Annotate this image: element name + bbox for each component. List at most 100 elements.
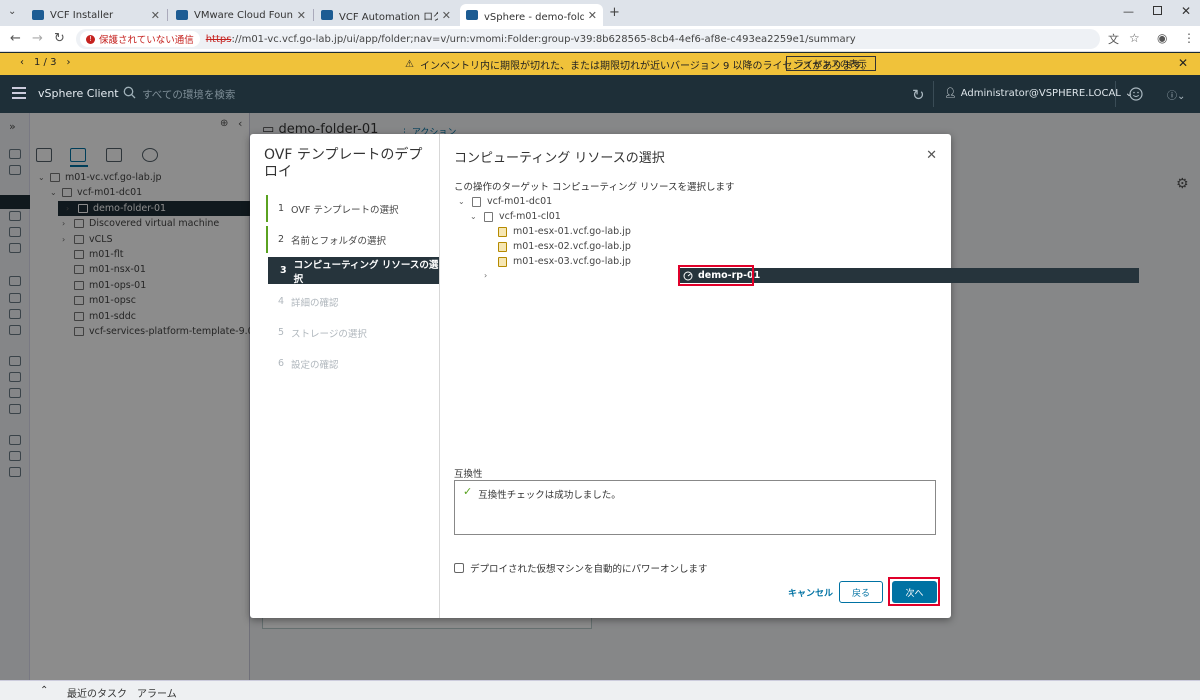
back-arrow-icon[interactable]: ← [10, 31, 21, 46]
wizard-title: OVF テンプレートのデプロイ [264, 147, 423, 180]
tree-node-cluster[interactable]: ⌄ vcf-m01-cl01 [470, 209, 561, 224]
auto-poweron-checkbox[interactable] [454, 563, 464, 573]
user-menu[interactable]: 👤︎ Administrator@VSPHERE.LOCAL ⌄ [944, 88, 1133, 99]
header-divider [933, 81, 934, 107]
step-label: 名前とフォルダの選択 [291, 235, 387, 247]
menu-hamburger-icon[interactable] [12, 87, 26, 99]
compatibility-label: 互換性 [454, 469, 483, 480]
feedback-smiley-icon[interactable] [1129, 87, 1143, 101]
browser-tab-3[interactable]: VCF Automation ログアウト ✕ [315, 4, 457, 26]
step-label: 設定の確認 [291, 359, 339, 371]
check-icon: ✓ [463, 485, 473, 498]
bookmark-star-icon[interactable]: ☆ [1129, 31, 1140, 45]
window-close-icon[interactable]: ✕ [1181, 4, 1191, 18]
chevron-up-icon[interactable]: ⌃ [40, 685, 48, 696]
browser-menu-icon[interactable]: ⋮ [1183, 31, 1195, 45]
deploy-ovf-wizard: OVF テンプレートのデプロイ 1 OVF テンプレートの選択 2 名前とフォルダの選… [250, 134, 1139, 618]
auto-poweron-label: デプロイされた仮想マシンを自動的にパワーオンします [470, 564, 708, 575]
step-number: 1 [278, 203, 285, 214]
wizard-steps-pane: OVF テンプレートのデプロイ 1 OVF テンプレートの選択 2 名前とフォルダの選… [250, 134, 440, 618]
step-label: OVF テンプレートの選択 [291, 204, 399, 216]
bottom-task-bar: ⌃ 最近のタスク アラーム [0, 680, 1200, 700]
tree-node-label: m01-esx-01.vcf.go-lab.jp [513, 226, 631, 237]
cancel-button[interactable]: キャンセル [788, 586, 833, 599]
pager-count: 1 / 3 [34, 57, 57, 68]
tab-separator [313, 9, 314, 21]
pager-prev-icon[interactable]: ‹ [20, 57, 24, 68]
new-tab-icon[interactable]: + [609, 5, 620, 20]
url-field[interactable]: ! 保護されていない通信 https ://m01-vc.vcf.go-lab.… [76, 29, 1100, 49]
wizard-step-2[interactable]: 2 名前とフォルダの選択 [266, 226, 438, 253]
tab-close-icon[interactable]: ✕ [588, 9, 597, 22]
vsphere-header: vSphere Client すべての環境を検索 ↻ 👤︎ Administra… [0, 75, 1200, 113]
address-bar: ← → ↻ ! 保護されていない通信 https ://m01-vc.vcf.g… [0, 26, 1200, 52]
search-icon [123, 86, 136, 99]
warning-close-icon[interactable]: ✕ [1178, 56, 1188, 70]
chevron-down-icon[interactable]: ⌄ [470, 212, 480, 221]
wizard-step-4: 4 詳細の確認 [266, 288, 438, 315]
browser-tab-1[interactable]: VCF Installer ✕ [26, 4, 166, 26]
annotation-highlight-box [678, 265, 754, 286]
recent-tasks-tab[interactable]: 最近のタスク [67, 685, 127, 700]
url-scheme: https [205, 33, 232, 45]
host-warning-icon [498, 256, 507, 267]
browser-tab-2[interactable]: VMware Cloud Foundation Ope ✕ [170, 4, 312, 26]
step-instruction: この操作のターゲット コンピューティング リソースを選択します [454, 182, 735, 193]
vmware-favicon-icon [32, 10, 44, 20]
expand-resource-pool-icon[interactable]: › [484, 268, 498, 283]
tab-label: VMware Cloud Foundation Ope [194, 9, 293, 21]
tab-list-chevron-icon[interactable]: ⌄ [8, 6, 16, 17]
help-icon[interactable]: ⓘ⌄ [1167, 87, 1185, 102]
tab-label: VCF Installer [50, 9, 114, 21]
wizard-step-3[interactable]: 3 コンピューティング リソースの選択 [268, 257, 439, 285]
vmware-favicon-icon [466, 10, 478, 20]
insecure-badge[interactable]: ! 保護されていない通信 [80, 31, 200, 47]
refresh-icon[interactable]: ↻ [912, 86, 925, 104]
translate-icon[interactable]: 文 [1108, 31, 1119, 47]
datacenter-icon [472, 196, 481, 207]
browser-tab-bar: ⌄ VCF Installer ✕ VMware Cloud Foundatio… [0, 0, 1200, 26]
pager-next-icon[interactable]: › [66, 57, 70, 68]
tab-close-icon[interactable]: ✕ [297, 9, 306, 22]
wizard-step-1[interactable]: 1 OVF テンプレートの選択 [266, 195, 438, 222]
vmware-favicon-icon [176, 10, 188, 20]
host-warning-icon [498, 226, 507, 237]
chevron-right-icon[interactable]: › [484, 271, 494, 280]
alarms-tab[interactable]: アラーム [137, 685, 177, 700]
tree-node-host[interactable]: m01-esx-03.vcf.go-lab.jp [498, 254, 631, 269]
user-name: Administrator@VSPHERE.LOCAL [960, 88, 1121, 99]
alert-pager: ‹ 1 / 3 › [20, 57, 70, 68]
step-number: 3 [280, 265, 287, 276]
tree-node-label: vcf-m01-dc01 [487, 196, 553, 207]
chevron-down-icon[interactable]: ⌄ [458, 197, 468, 206]
view-license-button[interactable]: ライセンスの表示 [786, 56, 876, 71]
header-divider [1115, 81, 1116, 107]
back-button[interactable]: 戻る [839, 581, 883, 603]
step-number: 4 [278, 296, 285, 307]
insecure-label: 保護されていない通信 [99, 35, 194, 46]
step-number: 5 [278, 327, 285, 338]
minimize-icon[interactable]: — [1123, 5, 1134, 18]
tab-separator [167, 9, 168, 21]
step-label: コンピューティング リソースの選択 [293, 259, 439, 285]
maximize-icon[interactable] [1153, 6, 1162, 15]
url-text: ://m01-vc.vcf.go-lab.jp/ui/app/folder;na… [231, 33, 856, 45]
tree-node-label: m01-esx-03.vcf.go-lab.jp [513, 256, 631, 267]
profile-icon[interactable]: ◉ [1157, 31, 1167, 45]
browser-tab-4-active[interactable]: vSphere - demo-folder-01 - サ ✕ [460, 4, 603, 26]
tab-label: VCF Automation ログアウト [339, 11, 438, 23]
reload-icon[interactable]: ↻ [54, 31, 65, 46]
tab-close-icon[interactable]: ✕ [151, 9, 160, 22]
forward-arrow-icon[interactable]: → [32, 31, 43, 46]
step-title: コンピューティング リソースの選択 [454, 151, 665, 166]
host-warning-icon [498, 241, 507, 252]
wizard-step-6: 6 設定の確認 [266, 350, 438, 377]
tree-node-datacenter[interactable]: ⌄ vcf-m01-dc01 [458, 194, 552, 209]
tree-node-host[interactable]: m01-esx-02.vcf.go-lab.jp [498, 239, 631, 254]
close-icon[interactable]: ✕ [926, 148, 937, 163]
warning-triangle-icon: ⚠ [405, 59, 414, 70]
auto-poweron-option[interactable]: デプロイされた仮想マシンを自動的にパワーオンします [454, 561, 708, 575]
global-search-input[interactable]: すべての環境を検索 [142, 87, 235, 102]
tree-node-host[interactable]: m01-esx-01.vcf.go-lab.jp [498, 224, 631, 239]
tab-close-icon[interactable]: ✕ [442, 9, 451, 22]
